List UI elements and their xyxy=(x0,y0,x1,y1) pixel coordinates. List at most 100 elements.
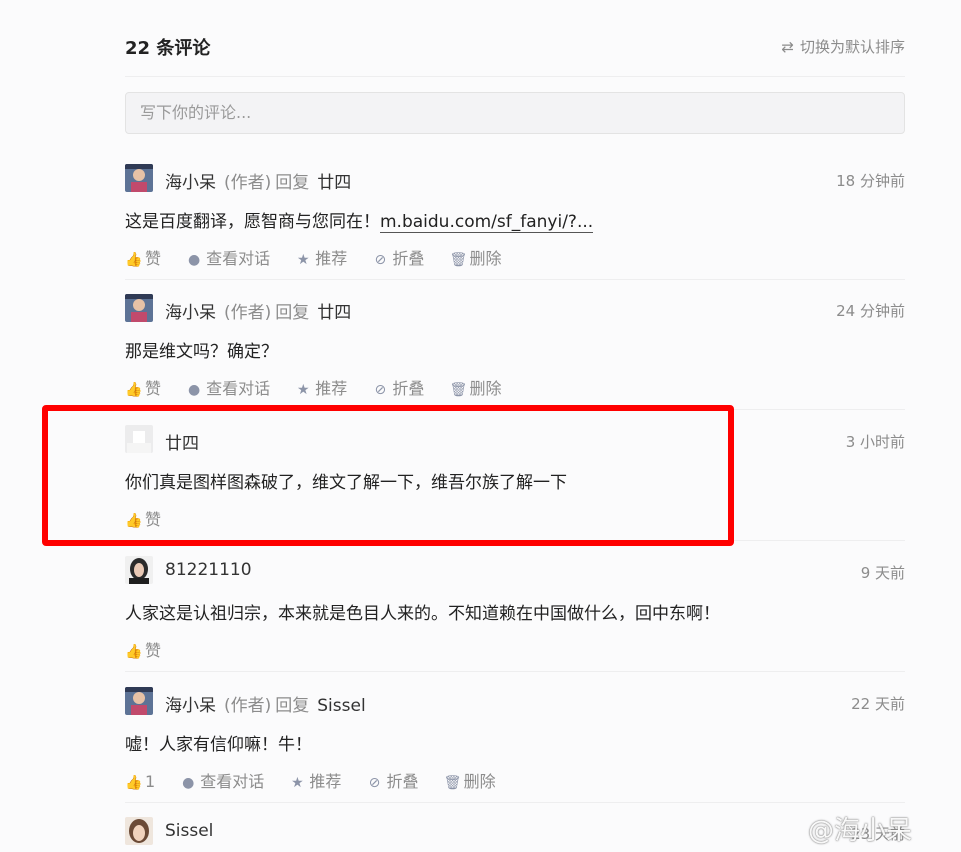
divider xyxy=(125,76,905,77)
comment-input-box[interactable] xyxy=(125,92,905,134)
author-tag: (作者) xyxy=(224,303,272,323)
thumbs-up-icon: 👍 xyxy=(125,775,143,791)
comment-link[interactable]: m.baidu.com/sf_fanyi/?... xyxy=(380,212,594,233)
fold-button[interactable]: ⊘ 折叠 xyxy=(372,245,424,269)
star-icon: ★ xyxy=(296,382,310,398)
thumbs-up-icon: 👍 xyxy=(125,252,143,268)
comment-time: 22 天前 xyxy=(851,695,905,713)
comment-input[interactable] xyxy=(126,93,880,131)
user-name[interactable]: 81221110 xyxy=(165,560,252,580)
reply-label: 回复 xyxy=(275,696,310,716)
highlight-annotation-box xyxy=(42,405,734,546)
comment-item: Sissel 23 天前 xyxy=(125,817,905,852)
chat-bubble-icon: ● xyxy=(182,775,195,791)
view-conversation-label: 查看对话 xyxy=(200,772,265,791)
comment-actions: 👍 1 ● 查看对话 ★ 推荐 ⊘ 折叠 🗑 删除 xyxy=(125,768,516,792)
like-label: 赞 xyxy=(145,379,162,398)
delete-label: 删除 xyxy=(469,249,502,268)
divider xyxy=(125,279,905,280)
chat-bubble-icon: ● xyxy=(188,382,201,398)
like-label: 赞 xyxy=(145,249,162,268)
delete-label: 删除 xyxy=(469,379,502,398)
comment-actions: 👍 赞 xyxy=(125,637,181,661)
avatar[interactable] xyxy=(125,164,153,192)
eye-slash-icon: ⊘ xyxy=(374,252,387,268)
like-button[interactable]: 👍 赞 xyxy=(125,245,161,269)
comment-meta: 海小呆 (作者) 回复 廿四 xyxy=(165,168,351,193)
comment-count: 22 条评论 xyxy=(125,38,211,59)
reply-label: 回复 xyxy=(275,303,310,323)
eye-slash-icon: ⊘ xyxy=(368,775,381,791)
thumbs-up-icon: 👍 xyxy=(125,644,143,660)
fold-label: 折叠 xyxy=(386,772,419,791)
user-name[interactable]: Sissel xyxy=(165,821,213,841)
avatar[interactable] xyxy=(125,687,153,715)
comment-time: 24 分钟前 xyxy=(836,302,905,320)
reply-label: 回复 xyxy=(275,173,310,193)
comment-text: 嘘！人家有信仰嘛！牛！ xyxy=(125,735,312,755)
sort-toggle-button[interactable]: ⇄ 切换为默认排序 xyxy=(781,36,905,57)
recommend-label: 推荐 xyxy=(315,249,348,268)
fold-label: 折叠 xyxy=(392,249,425,268)
avatar[interactable] xyxy=(125,294,153,322)
avatar[interactable] xyxy=(125,556,153,584)
view-conversation-button[interactable]: ● 查看对话 xyxy=(186,375,270,399)
star-icon: ★ xyxy=(296,252,310,268)
delete-button[interactable]: 🗑 删除 xyxy=(449,375,501,399)
like-button[interactable]: 👍 1 xyxy=(125,772,155,791)
comment-item: 海小呆 (作者) 回复 Sissel 22 天前 嘘！人家有信仰嘛！牛！ 👍 1 ● 查看… xyxy=(125,687,905,791)
user-name[interactable]: 海小呆 xyxy=(165,303,216,323)
thumbs-up-icon: 👍 xyxy=(125,382,143,398)
comment-time: 18 分钟前 xyxy=(836,172,905,190)
trash-icon: 🗑 xyxy=(449,382,468,398)
comment-item: 海小呆 (作者) 回复 廿四 18 分钟前 这是百度翻译，愿智商与您同在！m.baid… xyxy=(125,164,905,268)
comment-meta: 81221110 xyxy=(165,560,252,580)
avatar[interactable] xyxy=(125,817,153,845)
comment-time: 9 天前 xyxy=(860,564,905,582)
comment-meta: 海小呆 (作者) 回复 廿四 xyxy=(165,298,351,323)
comments-header: 22 条评论 ⇄ 切换为默认排序 xyxy=(125,34,905,62)
view-conversation-label: 查看对话 xyxy=(206,249,271,268)
delete-button[interactable]: 🗑 删除 xyxy=(449,245,501,269)
recommend-button[interactable]: ★ 推荐 xyxy=(289,768,341,792)
recommend-label: 推荐 xyxy=(315,379,348,398)
trash-icon: 🗑 xyxy=(449,252,468,268)
trash-icon: 🗑 xyxy=(443,775,462,791)
comment-text: 这是百度翻译，愿智商与您同在！m.baidu.com/sf_fanyi/?... xyxy=(125,207,594,233)
weibo-watermark: @海小呆 xyxy=(808,816,913,846)
fold-button[interactable]: ⊘ 折叠 xyxy=(372,375,424,399)
fold-label: 折叠 xyxy=(392,379,425,398)
comment-actions: 👍 赞 ● 查看对话 ★ 推荐 ⊘ 折叠 🗑 删除 xyxy=(125,245,521,269)
delete-button[interactable]: 🗑 删除 xyxy=(444,768,496,792)
eye-slash-icon: ⊘ xyxy=(374,382,387,398)
comment-time: 3 小时前 xyxy=(845,433,905,451)
star-icon: ★ xyxy=(291,775,304,791)
comment-text: 那是维文吗？确定？ xyxy=(125,342,278,362)
user-name[interactable]: 海小呆 xyxy=(165,696,216,716)
author-tag: (作者) xyxy=(224,173,272,193)
user-name[interactable]: 海小呆 xyxy=(165,173,216,193)
chat-bubble-icon: ● xyxy=(188,252,201,268)
reply-to-user[interactable]: 廿四 xyxy=(317,303,351,323)
swap-icon: ⇄ xyxy=(781,38,794,56)
recommend-button[interactable]: ★ 推荐 xyxy=(295,245,347,269)
comment-meta: Sissel xyxy=(165,821,213,841)
view-conversation-button[interactable]: ● 查看对话 xyxy=(180,768,264,792)
reply-to-user[interactable]: Sissel xyxy=(317,696,365,716)
like-button[interactable]: 👍 赞 xyxy=(125,375,161,399)
recommend-label: 推荐 xyxy=(309,772,342,791)
divider xyxy=(125,671,905,672)
author-tag: (作者) xyxy=(224,696,272,716)
recommend-button[interactable]: ★ 推荐 xyxy=(295,375,347,399)
reply-to-user[interactable]: 廿四 xyxy=(317,173,351,193)
comment-text: 人家这是认祖归宗，本来就是色目人来的。不知道赖在中国做什么，回中东啊！ xyxy=(125,604,720,624)
view-conversation-button[interactable]: ● 查看对话 xyxy=(186,245,270,269)
comment-item: 海小呆 (作者) 回复 廿四 24 分钟前 那是维文吗？确定？ 👍 赞 ● 查看对话 ★ 推… xyxy=(125,294,905,398)
like-label: 赞 xyxy=(145,641,162,660)
fold-button[interactable]: ⊘ 折叠 xyxy=(367,768,419,792)
comment-actions: 👍 赞 ● 查看对话 ★ 推荐 ⊘ 折叠 🗑 删除 xyxy=(125,375,521,399)
like-count: 1 xyxy=(145,772,156,791)
like-button[interactable]: 👍 赞 xyxy=(125,637,161,661)
divider xyxy=(125,802,905,803)
comment-item: 81221110 9 天前 人家这是认祖归宗，本来就是色目人来的。不知道赖在中国… xyxy=(125,556,905,660)
